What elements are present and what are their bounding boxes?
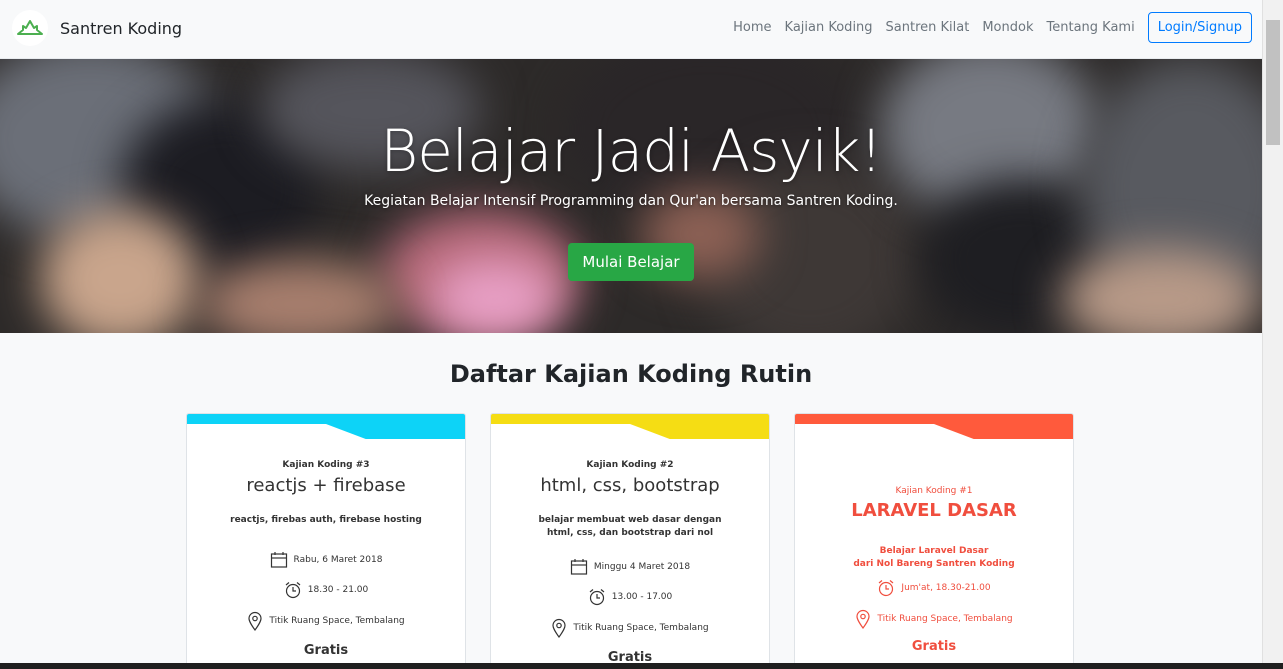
card-header-bar — [187, 414, 465, 439]
card-date: Jum'at, 18.30-21.00 — [901, 583, 991, 593]
card-time: 13.00 - 17.00 — [611, 592, 673, 602]
card-description: belajar membuat web dasar dengan html, c… — [491, 514, 769, 540]
location-pin-icon — [248, 611, 262, 631]
hero-subtitle: Kegiatan Belajar Intensif Programming da… — [364, 193, 898, 209]
start-learning-button[interactable]: Mulai Belajar — [568, 243, 694, 281]
card-description-line: dari Nol Bareng Santren Koding — [853, 559, 1015, 569]
card-place-row: Titik Ruang Space, Tembalang — [491, 618, 769, 638]
santren-logo-icon — [12, 10, 48, 46]
kajian-card[interactable]: Kajian Koding #3 reactjs + firebase reac… — [186, 413, 466, 669]
card-price: Gratis — [303, 643, 349, 658]
card-description-line: html, css, dan bootstrap dari nol — [546, 528, 714, 538]
location-pin-icon — [552, 618, 566, 638]
location-pin-icon — [856, 609, 870, 629]
card-place-row: Titik Ruang Space, Tembalang — [187, 611, 465, 631]
card-date: Minggu 4 Maret 2018 — [593, 562, 691, 572]
nav-link-mondok[interactable]: Mondok — [982, 20, 1033, 35]
hero-banner: Belajar Jadi Asyik! Kegiatan Belajar Int… — [0, 59, 1262, 333]
page-scrollbar[interactable] — [1262, 0, 1283, 669]
calendar-icon — [570, 559, 588, 575]
alarm-clock-icon — [879, 580, 894, 597]
card-place: Titik Ruang Space, Tembalang — [269, 616, 405, 626]
card-header-bar — [491, 414, 769, 439]
navbar: Santren Koding Home Kajian Koding Santre… — [0, 0, 1262, 59]
section-title: Daftar Kajian Koding Rutin — [449, 360, 813, 388]
card-date-row: Minggu 4 Maret 2018 — [491, 558, 769, 576]
calendar-icon — [270, 552, 287, 568]
login-signup-button[interactable]: Login/Signup — [1147, 12, 1252, 43]
alarm-clock-icon — [589, 589, 605, 606]
card-description: reactjs, firebas auth, firebase hosting — [230, 515, 422, 525]
hero-title: Belajar Jadi Asyik! — [380, 117, 882, 185]
nav-link-tentang-kami[interactable]: Tentang Kami — [1047, 20, 1135, 35]
card-label: Kajian Koding #3 — [282, 460, 370, 470]
card-time-row: Jum'at, 18.30-21.00 — [795, 579, 1073, 597]
card-time-row: 18.30 - 21.00 — [187, 581, 465, 599]
card-place-row: Titik Ruang Space, Tembalang — [795, 609, 1073, 629]
hero-content: Belajar Jadi Asyik! Kegiatan Belajar Int… — [0, 59, 1262, 281]
card-time: 18.30 - 21.00 — [307, 585, 369, 595]
card-label: Kajian Koding #1 — [895, 486, 973, 496]
nav-link-santren-kilat[interactable]: Santren Kilat — [886, 20, 970, 35]
card-header-bar — [795, 414, 1073, 439]
card-description-line: Belajar Laravel Dasar — [879, 546, 989, 556]
card-description-line: belajar membuat web dasar dengan — [538, 515, 722, 525]
card-body: Kajian Koding #2 html, css, bootstrap be… — [491, 460, 769, 665]
card-date-row: Rabu, 6 Maret 2018 — [187, 551, 465, 569]
kajian-card[interactable]: Kajian Koding #2 html, css, bootstrap be… — [490, 413, 770, 669]
card-place: Titik Ruang Space, Tembalang — [573, 623, 709, 633]
scrollbar-thumb[interactable] — [1266, 20, 1280, 145]
card-time-row: 13.00 - 17.00 — [491, 588, 769, 606]
brand-link[interactable]: Santren Koding — [12, 10, 182, 46]
card-label: Kajian Koding #2 — [586, 460, 674, 470]
card-place: Titik Ruang Space, Tembalang — [877, 614, 1013, 624]
alarm-clock-icon — [285, 582, 301, 599]
card-price: Gratis — [911, 639, 957, 654]
nav-link-home[interactable]: Home — [733, 20, 771, 35]
main-nav: Home Kajian Koding Santren Kilat Mondok … — [733, 12, 1252, 43]
card-body: Kajian Koding #3 reactjs + firebase reac… — [187, 460, 465, 658]
card-title: reactjs + firebase — [246, 475, 406, 496]
card-body: Kajian Koding #1 LARAVEL DASAR Belajar L… — [795, 486, 1073, 654]
card-title: html, css, bootstrap — [540, 475, 720, 496]
brand-name: Santren Koding — [60, 18, 183, 38]
kajian-card[interactable]: Kajian Koding #1 LARAVEL DASAR Belajar L… — [794, 413, 1074, 669]
card-title: LARAVEL DASAR — [851, 500, 1017, 521]
card-date: Rabu, 6 Maret 2018 — [293, 555, 383, 565]
nav-link-kajian-koding[interactable]: Kajian Koding — [785, 20, 873, 35]
window-bottom-edge — [0, 663, 1283, 669]
card-description: Belajar Laravel Dasar dari Nol Bareng Sa… — [795, 545, 1073, 571]
